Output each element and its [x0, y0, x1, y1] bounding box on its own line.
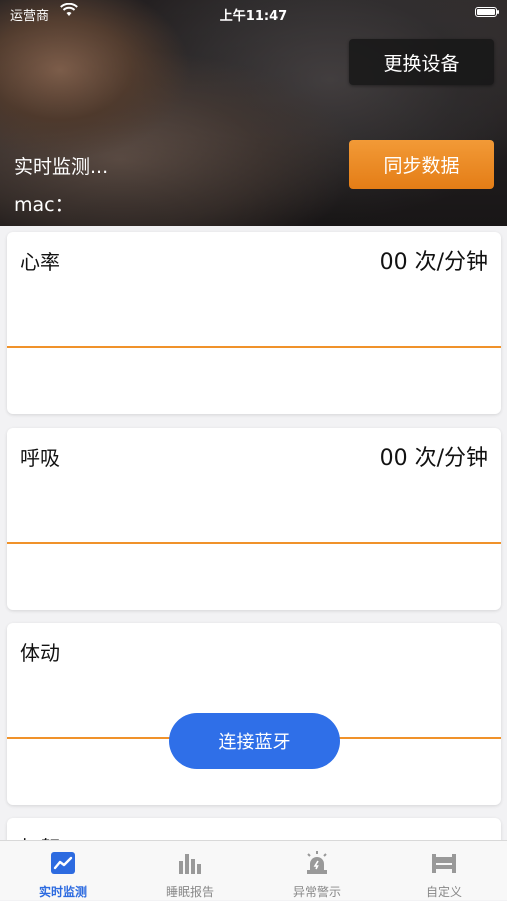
movement-card: 体动 连接蓝牙 [7, 623, 501, 805]
header-background: 运营商 上午11:47 更换设备 实时监测... 同步数据 mac： [0, 0, 507, 226]
heart-rate-title: 心率 [20, 250, 60, 274]
connect-bluetooth-button[interactable]: 连接蓝牙 [169, 713, 340, 769]
tab-realtime-monitor[interactable]: 实时监测 [0, 841, 126, 901]
breathing-card: 呼吸 00 次/分钟 [7, 428, 501, 610]
switch-device-button[interactable]: 更换设备 [349, 39, 494, 85]
heart-rate-card: 心率 00 次/分钟 [7, 232, 501, 414]
tab-custom[interactable]: 自定义 [381, 841, 507, 901]
sync-data-button[interactable]: 同步数据 [349, 140, 494, 189]
movement-title: 体动 [20, 641, 60, 665]
heart-rate-value: 00 次/分钟 [379, 250, 488, 275]
monitor-status-title: 实时监测... [14, 156, 109, 178]
battery-icon [475, 7, 499, 17]
tab-label: 异常警示 [292, 885, 341, 899]
bar-chart-icon [179, 854, 201, 874]
tab-bar: 实时监测 睡眠报告 异常警示 自定义 [0, 840, 507, 900]
breathing-line [7, 542, 501, 544]
breathing-title: 呼吸 [20, 446, 60, 470]
chart-line-icon [51, 852, 75, 874]
heart-rate-line [7, 346, 501, 348]
mac-address-label: mac： [14, 194, 74, 216]
header-shade [0, 0, 507, 226]
tab-sleep-report[interactable]: 睡眠报告 [127, 841, 253, 901]
breathing-value: 00 次/分钟 [379, 446, 488, 471]
bed-icon [432, 854, 456, 873]
tab-label: 自定义 [425, 885, 462, 899]
status-time: 上午11:47 [219, 9, 288, 24]
tab-abnormal-alert[interactable]: 异常警示 [254, 841, 380, 901]
alarm-light-icon [307, 851, 327, 874]
tab-label: 实时监测 [38, 885, 87, 899]
status-bar: 运营商 上午11:47 [0, 0, 507, 26]
tab-label: 睡眠报告 [165, 885, 214, 899]
